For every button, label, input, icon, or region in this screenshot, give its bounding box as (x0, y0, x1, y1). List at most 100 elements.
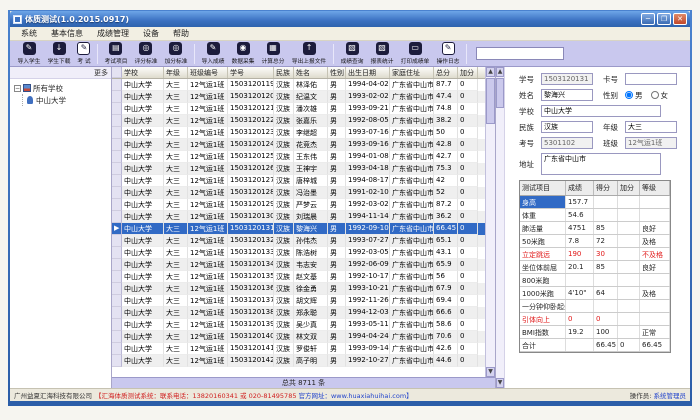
test-row[interactable]: 肺活量475185良好 (520, 222, 670, 235)
table-row[interactable]: 中山大学大三12气运1班1503120120汉族纪温文男1993-02-02广东… (112, 91, 485, 103)
toolbar-button-export-report[interactable]: ↑导出上报文件 (288, 42, 330, 66)
test-row[interactable]: 坐位体前屈20.185良好 (520, 261, 670, 274)
test-row[interactable]: BMI指数19.2100正常 (520, 326, 670, 339)
toolbar-search-input[interactable] (476, 47, 564, 60)
panel-scrollbar[interactable]: ▲ ▼ (496, 67, 505, 388)
table-row[interactable]: ▶中山大学大三12气运1班1503120131汉族黎海兴男1992-09-10广… (112, 223, 485, 235)
header-cell-grade[interactable]: 年级 (164, 67, 188, 78)
table-row[interactable]: 中山大学大三12气运1班1503120123汉族李继超男1993-07-16广东… (112, 127, 485, 139)
panel-scroll-thumb[interactable] (496, 78, 504, 108)
grade-field[interactable] (625, 121, 677, 133)
scroll-down-icon[interactable]: ▼ (486, 367, 495, 377)
table-row[interactable]: 中山大学大三12气运1班1503120124汉族花竞杰男1993-09-16广东… (112, 139, 485, 151)
tree-node-school-0[interactable]: 中山大学 (27, 94, 109, 106)
school-field[interactable] (541, 105, 661, 117)
gender-female-radio[interactable]: 女 (651, 90, 669, 101)
header-cell-address[interactable]: 家庭住址 (390, 67, 434, 78)
scroll-thumb[interactable] (486, 78, 495, 124)
test-row[interactable]: 引体向上00 (520, 313, 670, 326)
test-row[interactable]: 1000米跑4'10"64及格 (520, 287, 670, 300)
toolbar-button-print-transcript[interactable]: ▭打印成绩单 (397, 42, 433, 66)
scroll-track[interactable] (486, 125, 495, 367)
header-cell-birthdate[interactable]: 出生日期 (346, 67, 390, 78)
table-row[interactable]: 中山大学大三12气运1班1503120140汉族林文双男1994-04-24广东… (112, 331, 485, 343)
table-row[interactable]: 中山大学大三12气运1班1503120125汉族王东伟男1994-01-08广东… (112, 151, 485, 163)
toolbar-button-import-scores[interactable]: ✎导入成绩 (198, 42, 228, 66)
test-row[interactable]: 体重54.6 (520, 209, 670, 222)
header-cell-student-id[interactable]: 学号 (228, 67, 274, 78)
class-field[interactable] (625, 137, 677, 149)
table-row[interactable]: 中山大学大三12气运1班1503120136汉族徐金勇男1993-10-21广东… (112, 283, 485, 295)
test-row[interactable]: 一分钟仰卧起坐 (520, 300, 670, 313)
header-cell-indicator[interactable] (112, 67, 122, 78)
menu-item-3[interactable]: 设备 (136, 27, 166, 40)
table-row[interactable]: 中山大学大三12气运1班1503120119汉族林泽佑男1994-04-02广东… (112, 79, 485, 91)
menu-item-4[interactable]: 帮助 (166, 27, 196, 40)
table-row[interactable]: 中山大学大三12气运1班1503120130汉族刘瑞晨男1994-11-14广东… (112, 211, 485, 223)
name-field[interactable] (541, 89, 593, 101)
header-cell-name[interactable]: 姓名 (294, 67, 328, 78)
table-row[interactable]: 中山大学大三12气运1班1503120127汉族唐梓城男1994-08-17广东… (112, 175, 485, 187)
test-row[interactable]: 立定跳远19030不及格 (520, 248, 670, 261)
toolbar-button-report-stats[interactable]: ▧报表统计 (367, 42, 397, 66)
header-cell-class-no[interactable]: 班级编号 (188, 67, 228, 78)
table-row[interactable]: 中山大学大三12气运1班1503120139汉族吴少真男1993-05-11广东… (112, 319, 485, 331)
toolbar-button-operation-log[interactable]: ✎操作日志 (433, 42, 463, 66)
test-row[interactable]: 身高157.7 (520, 196, 670, 209)
table-row[interactable]: 中山大学大三12气运1班1503120133汉族陈浩树男1992-03-05广东… (112, 247, 485, 259)
table-row[interactable]: 中山大学大三12气运1班1503120134汉族韦志安男1992-06-09广东… (112, 259, 485, 271)
menu-item-1[interactable]: 基本信息 (44, 27, 90, 40)
table-row[interactable]: 中山大学大三12气运1班1503120122汉族张嘉乐男1992-08-05广东… (112, 115, 485, 127)
toolbar-button-calc-total[interactable]: ▦计算总分 (258, 42, 288, 66)
tree-expander-icon[interactable]: − (14, 85, 21, 92)
table-row[interactable]: 中山大学大三12气运1班1503120141汉族罗俊轩男1993-09-14广东… (112, 343, 485, 355)
table-row[interactable]: 中山大学大三12气运1班1503120126汉族王神宇男1993-04-18广东… (112, 163, 485, 175)
table-row[interactable]: 中山大学大三12气运1班1503120129汉族严梦云男1992-03-02广东… (112, 199, 485, 211)
toolbar-button-import-students[interactable]: ✎导入学生 (14, 42, 44, 66)
maximize-button[interactable]: ❐ (657, 13, 671, 25)
header-cell-school[interactable]: 学校 (122, 67, 164, 78)
test-row[interactable]: 合计66.45066.45 (520, 339, 670, 352)
header-cell-total-score[interactable]: 总分 (434, 67, 458, 78)
address-field[interactable]: 广东省中山市 (541, 153, 661, 175)
test-row[interactable]: 50米跑7.872及格 (520, 235, 670, 248)
ethnic-field[interactable] (541, 121, 593, 133)
gender-male-radio[interactable]: 男 (625, 90, 643, 101)
table-row[interactable]: 中山大学大三12气运1班1503120142汉族高子明男1992-10-27广东… (112, 355, 485, 367)
table-row[interactable]: 中山大学大三12气运1班1503120138汉族郑永聪男1994-12-03广东… (112, 307, 485, 319)
student-id-field[interactable] (541, 73, 593, 85)
gender-male-input[interactable] (625, 91, 633, 99)
toolbar-button-bonus-standard[interactable]: ◎加分标准 (161, 42, 191, 66)
scroll-up-icon[interactable]: ▲ (486, 67, 495, 77)
table-row[interactable]: 中山大学大三12气运1班1503120132汉族孙伟杰男1993-07-27广东… (112, 235, 485, 247)
panel-scroll-up-icon[interactable]: ▲ (496, 67, 504, 77)
table-row[interactable]: 中山大学大三12气运1班1503120128汉族冯治墨男1991-02-10广东… (112, 187, 485, 199)
toolbar-button-score-standard[interactable]: ◎评分标准 (131, 42, 161, 66)
header-cell-ethnicity[interactable]: 民族 (274, 67, 294, 78)
tree-more-link[interactable]: 更多 (94, 68, 108, 78)
table-row[interactable]: 中山大学大三12气运1班1503120135汉族赵文基男1992-10-17广东… (112, 271, 485, 283)
test-row[interactable]: 800米跑 (520, 274, 670, 287)
header-cell-gender[interactable]: 性别 (328, 67, 346, 78)
website-link[interactable]: 官方网址：www.huaxiahuihai.com】 (298, 390, 412, 400)
menu-item-0[interactable]: 系统 (14, 27, 44, 40)
exam-no-field[interactable] (541, 137, 593, 149)
table-row[interactable]: 中山大学大三12气运1班1503120137汉族胡文辉男1992-11-26广东… (112, 295, 485, 307)
toolbar-button-data-collection[interactable]: ◉数据采集 (228, 42, 258, 66)
close-button[interactable]: ✕ (673, 13, 687, 25)
toolbar-button-download-students[interactable]: ↓学生下载 (44, 42, 74, 66)
tree-node-all-schools[interactable]: − 所有学校 (12, 82, 109, 94)
panel-scroll-track[interactable] (496, 109, 504, 378)
title-bar[interactable]: 体质测试(1.0.2015.0917) ─ ❐ ✕ (10, 11, 690, 27)
card-no-field[interactable] (625, 73, 677, 85)
grid-vertical-scrollbar[interactable]: ▲ ▼ (485, 67, 495, 377)
toolbar-button-score-query[interactable]: ▧成绩查询 (337, 42, 367, 66)
table-row[interactable]: 中山大学大三12气运1班1503120121汉族潘次雄男1993-09-21广东… (112, 103, 485, 115)
panel-scroll-down-icon[interactable]: ▼ (496, 378, 504, 388)
menu-item-2[interactable]: 成绩管理 (90, 27, 136, 40)
header-cell-bonus[interactable]: 加分 (458, 67, 478, 78)
gender-female-input[interactable] (651, 91, 659, 99)
toolbar-button-exam[interactable]: ✎考 试 (74, 42, 94, 66)
minimize-button[interactable]: ─ (641, 13, 655, 25)
toolbar-button-exam-items[interactable]: ▤考试项目 (101, 42, 131, 66)
